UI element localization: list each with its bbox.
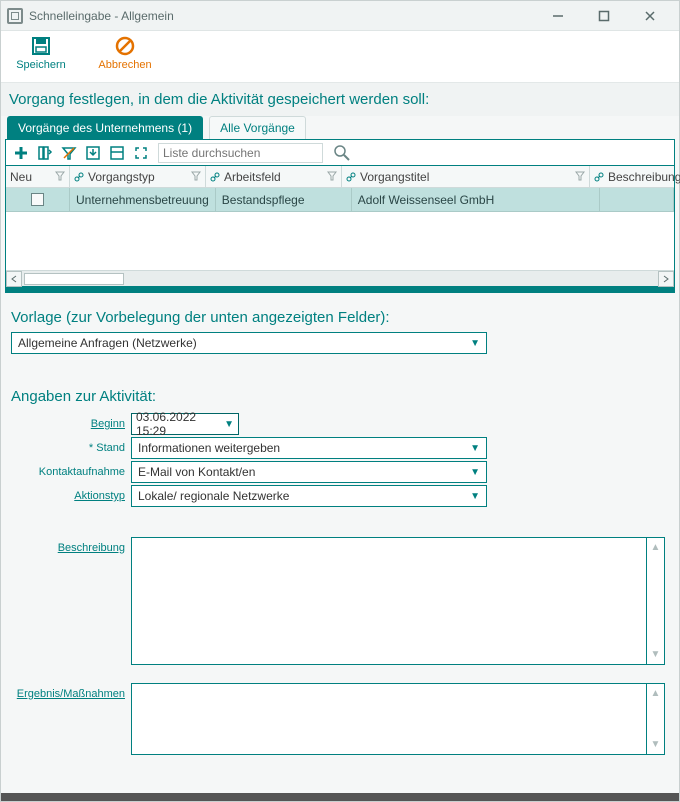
grid-col-vorgangstitel-label: Vorgangstitel: [360, 170, 429, 184]
grid-col-vorgangstitel[interactable]: Vorgangstitel: [342, 166, 590, 187]
grid-clear-filter-button[interactable]: [58, 142, 80, 164]
scroll-down-icon[interactable]: ▼: [651, 739, 661, 750]
vorgang-tabs: Vorgänge des Unternehmens (1) Alle Vorgä…: [1, 116, 679, 139]
grid-empty-area: [6, 212, 674, 270]
table-row[interactable]: Unternehmensbetreuung Bestandspflege Ado…: [6, 188, 674, 212]
kontakt-value: E-Mail von Kontakt/en: [138, 465, 255, 479]
row-checkbox[interactable]: [31, 193, 44, 206]
window-titlebar: Schnelleingabe - Allgemein: [1, 1, 679, 31]
scroll-up-icon[interactable]: ▲: [651, 542, 661, 553]
filter-icon[interactable]: [575, 170, 585, 184]
activity-title: Angaben zur Aktivität:: [11, 388, 669, 405]
chevron-down-icon: ▼: [224, 419, 234, 430]
save-icon: [31, 35, 51, 57]
grid-col-arbeitsfeld-label: Arbeitsfeld: [224, 170, 281, 184]
link-icon: [594, 172, 604, 182]
tab-alle-vorgaenge[interactable]: Alle Vorgänge: [209, 116, 306, 139]
minimize-button[interactable]: [535, 1, 581, 31]
ergebnis-textarea[interactable]: [131, 683, 647, 755]
grid-col-neu-label: Neu: [10, 170, 32, 184]
beschreibung-textarea[interactable]: [131, 537, 647, 665]
vorlage-title: Vorlage (zur Vorbelegung der unten angez…: [11, 309, 669, 326]
main-toolbar: Speichern Abbrechen: [1, 31, 679, 83]
stand-select[interactable]: Informationen weitergeben ▼: [131, 437, 487, 459]
grid-col-neu[interactable]: Neu: [6, 166, 70, 187]
grid-col-beschreibung-label: Beschreibung: [608, 170, 680, 184]
grid-col-arbeitsfeld[interactable]: Arbeitsfeld: [206, 166, 342, 187]
chevron-down-icon: ▼: [470, 443, 480, 454]
tab-company-vorgaenge[interactable]: Vorgänge des Unternehmens (1): [7, 116, 203, 139]
grid-horizontal-scrollbar[interactable]: [6, 270, 674, 286]
chevron-down-icon: ▼: [470, 491, 480, 502]
filter-icon[interactable]: [55, 170, 65, 184]
cell-beschreibung: [600, 188, 674, 211]
window-title: Schnelleingabe - Allgemein: [29, 9, 535, 23]
scroll-up-icon[interactable]: ▲: [651, 688, 661, 699]
grid-col-vorgangstyp[interactable]: Vorgangstyp: [70, 166, 206, 187]
section-vorgang-title: Vorgang festlegen, in dem die Aktivität …: [1, 83, 679, 116]
textarea-scrollbar[interactable]: ▲▼: [647, 537, 665, 665]
link-icon: [74, 172, 84, 182]
grid-search-input[interactable]: [158, 143, 323, 163]
vorlage-selected: Allgemeine Anfragen (Netzwerke): [18, 336, 197, 350]
chevron-down-icon: ▼: [470, 467, 480, 478]
scroll-thumb[interactable]: [24, 273, 124, 285]
scroll-left-icon[interactable]: [6, 271, 22, 287]
cancel-label: Abbrechen: [98, 59, 151, 71]
label-stand: * Stand: [11, 437, 131, 459]
label-ergebnis: Ergebnis/Maßnahmen: [11, 683, 131, 705]
label-aktionstyp: Aktionstyp: [11, 485, 131, 507]
cell-vorgangstitel: Adolf Weissenseel GmbH: [352, 188, 600, 211]
kontakt-select[interactable]: E-Mail von Kontakt/en ▼: [131, 461, 487, 483]
grid-columns-button[interactable]: [34, 142, 56, 164]
link-icon: [346, 172, 356, 182]
label-beginn: Beginn: [11, 413, 131, 435]
cell-arbeitsfeld: Bestandspflege: [216, 188, 352, 211]
grid-export-button[interactable]: [82, 142, 104, 164]
stand-value: Informationen weitergeben: [138, 441, 280, 455]
aktionstyp-select[interactable]: Lokale/ regionale Netzwerke ▼: [131, 485, 487, 507]
app-icon: [7, 8, 23, 24]
grid-col-vorgangstyp-label: Vorgangstyp: [88, 170, 155, 184]
save-label: Speichern: [16, 59, 66, 71]
vorgang-grid: Neu Vorgangstyp Arbeitsfeld Vorgangstite…: [5, 139, 675, 287]
vorlage-select[interactable]: Allgemeine Anfragen (Netzwerke) ▼: [11, 332, 487, 354]
link-icon: [210, 172, 220, 182]
search-icon[interactable]: [331, 142, 353, 164]
chevron-down-icon: ▼: [470, 338, 480, 349]
grid-layout-button[interactable]: [106, 142, 128, 164]
window-status-bar: [1, 793, 679, 801]
cancel-icon: [115, 35, 135, 57]
textarea-scrollbar[interactable]: ▲▼: [647, 683, 665, 755]
beginn-field[interactable]: 03.06.2022 15:29 ▼: [131, 413, 239, 435]
grid-header: Neu Vorgangstyp Arbeitsfeld Vorgangstite…: [6, 166, 674, 188]
grid-col-beschreibung[interactable]: Beschreibung: [590, 166, 680, 187]
grid-expand-button[interactable]: [130, 142, 152, 164]
cancel-button[interactable]: Abbrechen: [95, 35, 155, 71]
grid-add-button[interactable]: [10, 142, 32, 164]
filter-icon[interactable]: [191, 170, 201, 184]
close-button[interactable]: [627, 1, 673, 31]
save-button[interactable]: Speichern: [11, 35, 71, 71]
grid-toolbar: [6, 140, 674, 166]
filter-icon[interactable]: [327, 170, 337, 184]
beginn-value: 03.06.2022 15:29: [136, 410, 224, 438]
label-beschreibung: Beschreibung: [11, 537, 131, 559]
label-kontakt: Kontaktaufnahme: [11, 461, 131, 483]
cell-vorgangstyp: Unternehmensbetreuung: [70, 188, 216, 211]
scroll-right-icon[interactable]: [658, 271, 674, 287]
scroll-down-icon[interactable]: ▼: [651, 649, 661, 660]
maximize-button[interactable]: [581, 1, 627, 31]
aktionstyp-value: Lokale/ regionale Netzwerke: [138, 489, 289, 503]
